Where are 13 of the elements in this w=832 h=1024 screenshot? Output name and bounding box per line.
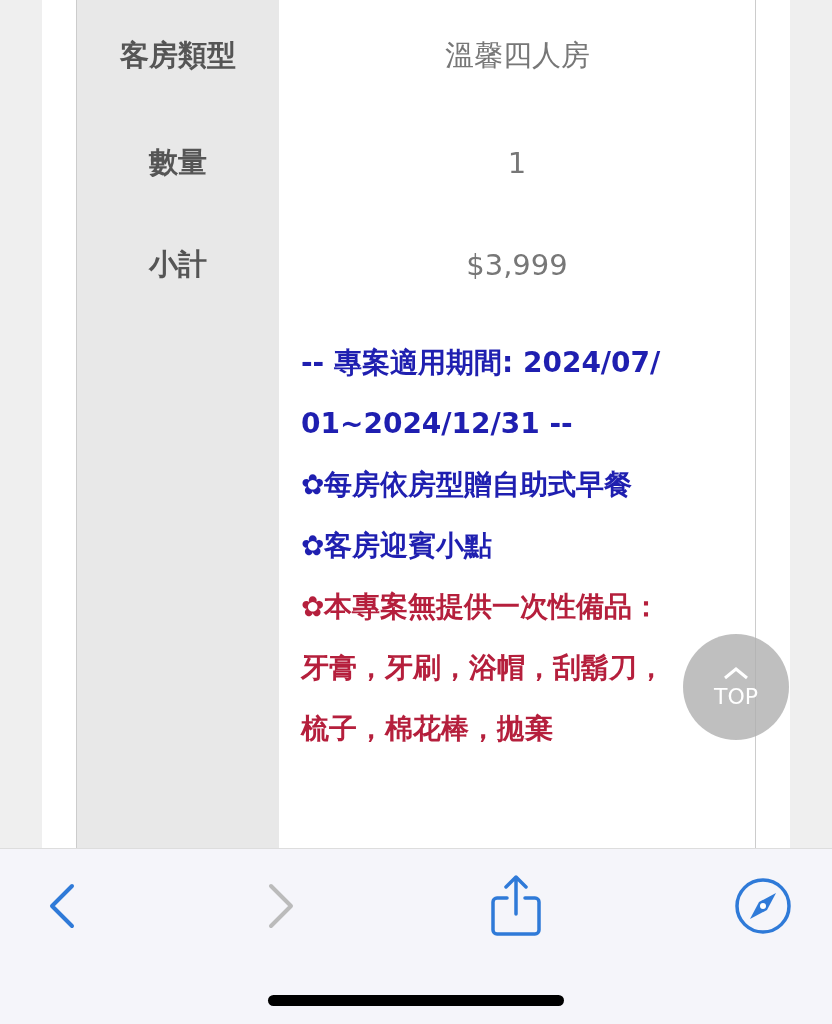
- plan-note: ✿客房迎賓小點: [301, 528, 494, 564]
- row-label: 數量: [77, 112, 279, 214]
- plan-note: -- 專案適用期間: 2024/07/01~2024/12/31 --: [301, 345, 662, 442]
- row-value: 溫馨四人房: [443, 37, 591, 74]
- row-label: 客房類型: [77, 0, 279, 112]
- row-value: 1: [506, 145, 528, 182]
- compass-icon[interactable]: [734, 877, 792, 935]
- row-label: 小計: [77, 214, 279, 316]
- plan-note: ✿每房依房型贈自助式早餐: [301, 467, 634, 503]
- share-icon[interactable]: [488, 874, 543, 938]
- row-value: $3,999: [465, 247, 569, 284]
- chevron-up-icon: [723, 665, 749, 680]
- plan-note: ✿本專案無提供一次性備品：牙膏，牙刷，浴帽，刮鬍刀，梳子，棉花棒，拋棄: [301, 589, 666, 747]
